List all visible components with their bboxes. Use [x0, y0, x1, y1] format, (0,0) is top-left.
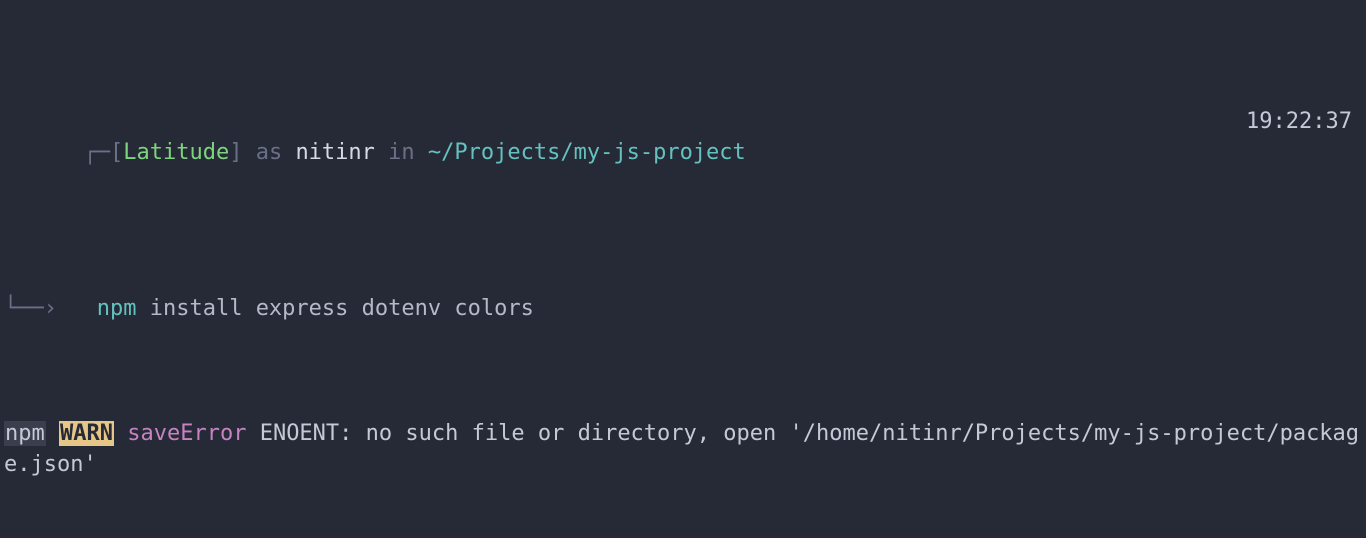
prompt-host: Latitude: [123, 140, 229, 165]
prompt-pad: [70, 293, 97, 324]
npm-badge: npm: [4, 421, 46, 446]
prompt-user: nitinr: [295, 140, 374, 165]
command-args: install express dotenv colors: [136, 296, 533, 321]
warn-line-1: npm WARN saveError ENOENT: no such file …: [4, 418, 1362, 480]
prompt-cwd: ~/Projects/my-js-project: [428, 140, 746, 165]
warn-saveerror: saveError: [127, 421, 246, 446]
prompt-bracket-close: ]: [229, 140, 242, 165]
prompt-as: as: [242, 140, 295, 165]
prompt-line-1: ┌─[Latitude] as nitinr in ~/Projects/my-…: [4, 106, 1362, 200]
command-binary: npm: [97, 296, 137, 321]
prompt-bracket-open: ┌─[: [83, 140, 123, 165]
prompt-arrow: └──›: [4, 296, 70, 321]
terminal-output[interactable]: ┌─[Latitude] as nitinr in ~/Projects/my-…: [0, 0, 1366, 538]
prompt-in: in: [375, 140, 428, 165]
warn-badge: WARN: [59, 421, 114, 446]
prompt-time: 19:22:37: [1246, 106, 1362, 137]
prompt-line-2: └──› npm install express dotenv colors: [4, 293, 1362, 324]
